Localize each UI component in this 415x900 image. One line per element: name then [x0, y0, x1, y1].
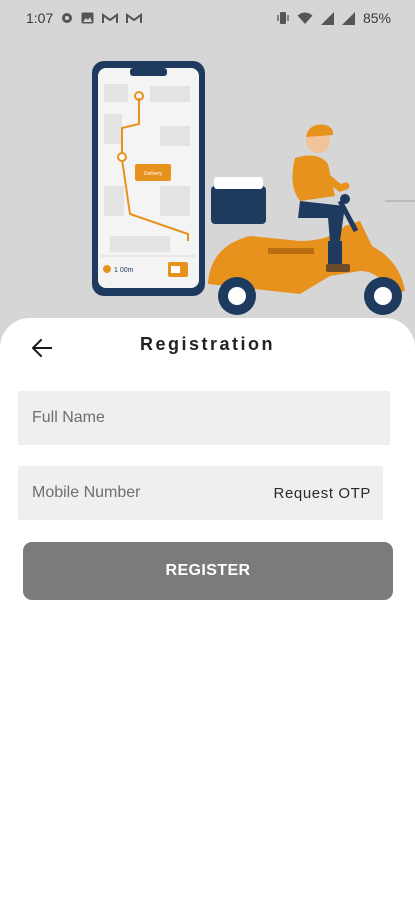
- registration-sheet: Registration Request OTP REGISTER: [0, 318, 415, 900]
- distance-label: 1 00m: [114, 267, 134, 274]
- battery-percent: 85%: [362, 10, 391, 26]
- full-name-field[interactable]: [18, 391, 390, 445]
- delivery-illustration: Delivery 1 00m: [92, 61, 415, 315]
- gmail-icon-2: [126, 12, 143, 24]
- mobile-number-field[interactable]: Request OTP: [18, 466, 383, 520]
- map-tag-label: Delivery: [144, 171, 163, 177]
- notification-dot-icon: [61, 12, 73, 24]
- wifi-icon: [297, 12, 313, 25]
- register-button[interactable]: REGISTER: [23, 542, 393, 600]
- gallery-icon: [81, 12, 94, 24]
- page-title: Registration: [139, 334, 275, 354]
- status-bar: 1:07 85%: [0, 0, 415, 36]
- status-time: 1:07: [26, 10, 54, 26]
- full-name-input[interactable]: [30, 408, 378, 428]
- mobile-number-input[interactable]: [30, 483, 266, 503]
- request-otp-button[interactable]: Request OTP: [274, 485, 371, 502]
- phone-mockup: Delivery 1 00m: [92, 61, 205, 296]
- hero-illustration: Delivery 1 00m: [0, 36, 415, 336]
- signal-icon-2: [341, 11, 355, 25]
- vibrate-icon: [277, 11, 289, 25]
- status-right: 85%: [277, 10, 391, 26]
- scooter-rider: [208, 124, 405, 315]
- gmail-icon: [102, 12, 119, 24]
- status-left: 1:07: [26, 10, 143, 26]
- signal-icon: [320, 11, 334, 25]
